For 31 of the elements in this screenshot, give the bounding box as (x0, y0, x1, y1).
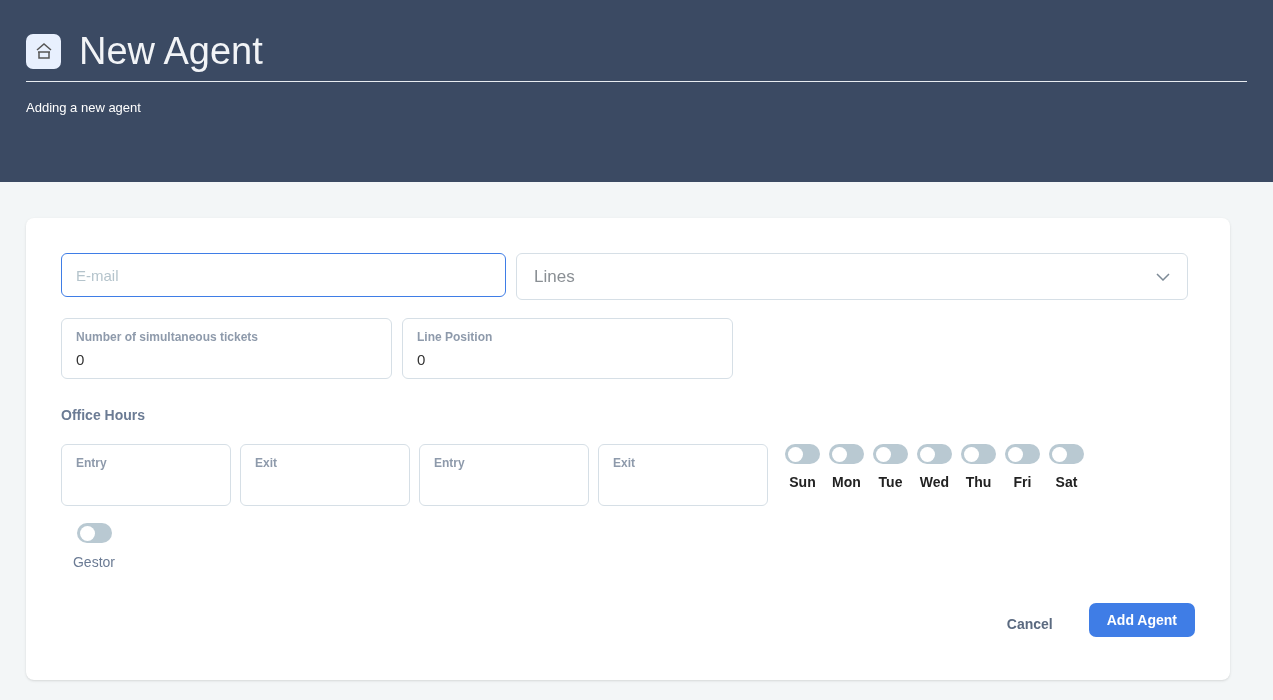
toggle-switch[interactable] (917, 444, 952, 464)
toggle-switch[interactable] (76, 523, 112, 543)
gestor-label: Gestor (73, 553, 115, 572)
home-icon (26, 33, 61, 69)
lines-dropdown[interactable]: Lines (516, 253, 1188, 300)
toggle-switch[interactable] (1005, 444, 1040, 464)
time-field[interactable]: Exit (240, 444, 410, 506)
number-field[interactable]: Line Position 0 (402, 318, 733, 379)
toggle-switch[interactable] (785, 444, 820, 464)
email-field[interactable]: E-mail (61, 253, 506, 297)
day-label: Thu (965, 473, 992, 492)
toggle-switch[interactable] (873, 444, 908, 464)
time-field[interactable]: Entry (61, 444, 231, 506)
day-label: Tue (878, 473, 903, 492)
number-field[interactable]: Number of simultaneous tickets 0 (61, 318, 392, 379)
cancel-button[interactable]: Cancel (988, 607, 1071, 641)
time-field[interactable]: Entry (419, 444, 589, 506)
time-field[interactable]: Exit (598, 444, 768, 506)
page-subtitle: Adding a new agent (26, 99, 142, 117)
day-label: Sat (1055, 473, 1078, 492)
section-title: Office Hours (61, 406, 146, 425)
toggle-switch[interactable] (961, 444, 996, 464)
chevron-down-icon (1156, 272, 1170, 281)
day-label: Mon (832, 473, 861, 492)
day-label: Fri (1013, 473, 1032, 492)
day-label: Sun (789, 473, 816, 492)
day-label: Wed (919, 473, 950, 492)
add-agent-button[interactable]: Add Agent (1088, 603, 1195, 637)
toggle-switch[interactable] (1049, 444, 1084, 464)
page-title: New Agent (79, 29, 263, 73)
toggle-switch[interactable] (829, 444, 864, 464)
